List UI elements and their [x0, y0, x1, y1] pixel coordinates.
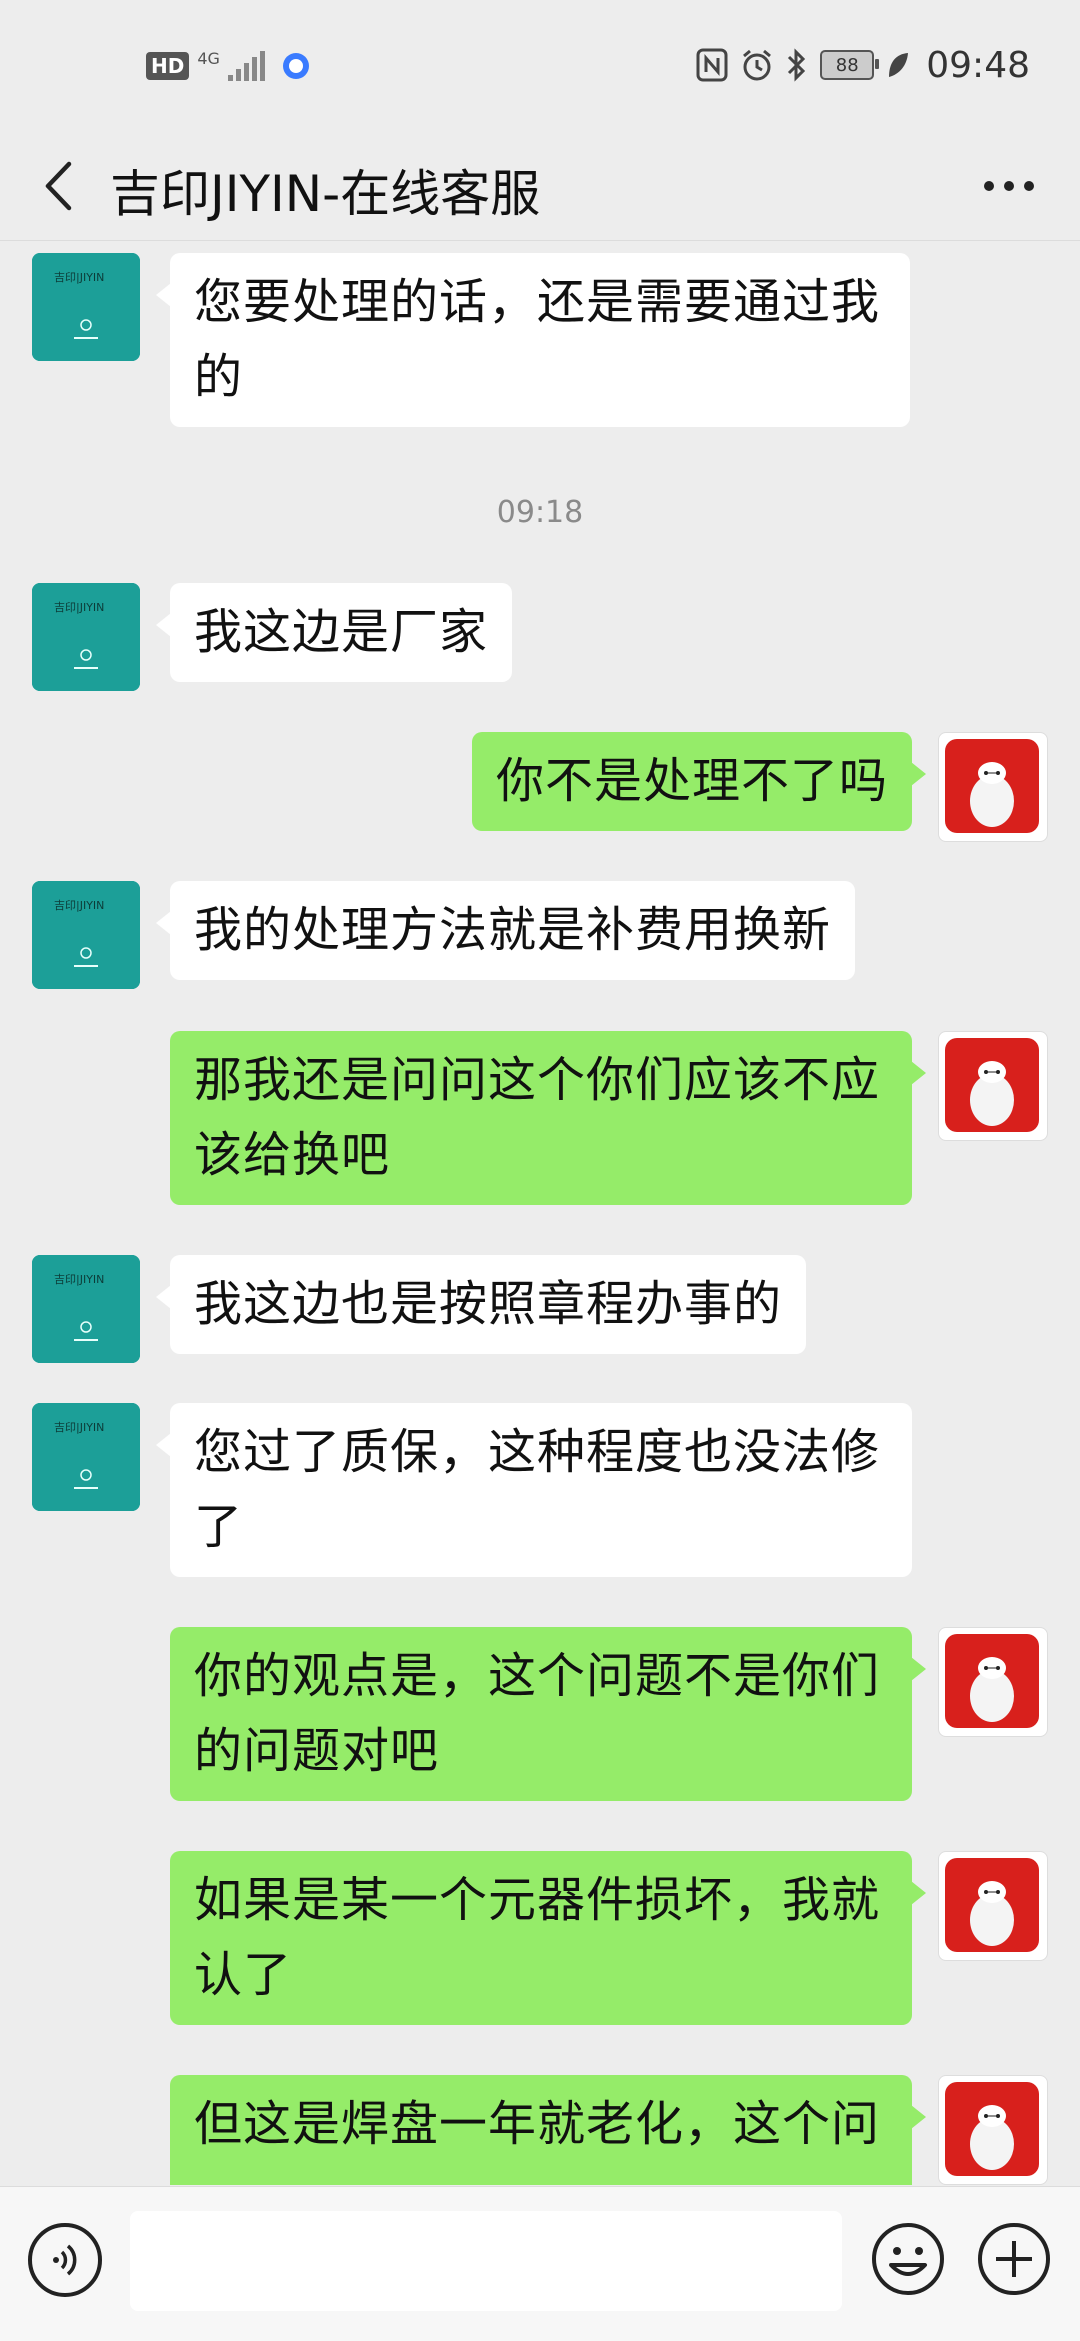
jiyin-logo-icon: 吉印|JIYIN — [32, 1403, 140, 1511]
message-input[interactable] — [130, 2211, 842, 2311]
my-avatar[interactable] — [938, 1851, 1048, 1961]
app-notification-icon — [282, 53, 309, 79]
agent-avatar[interactable]: 吉印|JIYIN — [32, 583, 140, 691]
message-timestamp: 09:18 — [496, 495, 584, 530]
back-button[interactable] — [28, 150, 88, 222]
leaf-icon — [889, 53, 909, 77]
agent-avatar[interactable]: 吉印|JIYIN — [32, 1403, 140, 1511]
input-bar — [0, 2186, 1080, 2341]
chevron-left-icon — [45, 161, 72, 211]
my-avatar[interactable] — [938, 732, 1048, 842]
baymax-avatar-icon — [945, 1634, 1039, 1728]
message-bubble[interactable]: 我这边是厂家 — [155, 583, 513, 682]
message-bubble[interactable]: 我这边也是按照章程办事的 — [155, 1255, 807, 1354]
baymax-avatar-icon — [945, 2082, 1039, 2176]
chat-area[interactable]: 吉印|JIYIN 您要处理的话，还是需要通过我的 09:18 吉印|JIYIN … — [0, 241, 1080, 2185]
more-dots-icon — [984, 181, 1034, 191]
baymax-avatar-icon — [945, 739, 1039, 833]
chat-header: 吉印JIYIN-在线客服 — [0, 132, 1080, 241]
chat-title: 吉印JIYIN-在线客服 — [110, 165, 541, 223]
my-avatar[interactable] — [938, 1627, 1048, 1737]
svg-text:吉印|JIYIN: 吉印|JIYIN — [54, 1273, 104, 1286]
signal-icon — [227, 51, 265, 81]
more-button[interactable] — [974, 156, 1044, 216]
my-avatar[interactable] — [938, 2075, 1048, 2185]
svg-text:吉印|JIYIN: 吉印|JIYIN — [54, 271, 104, 284]
status-bar: HD 4G 88 09:48 — [0, 0, 1080, 132]
message-bubble[interactable]: 但这是焊盘一年就老化，这个问 — [170, 2075, 926, 2185]
baymax-avatar-icon — [945, 1038, 1039, 1132]
voice-icon — [53, 2244, 77, 2276]
jiyin-logo-icon: 吉印|JIYIN — [32, 881, 140, 989]
message-bubble[interactable]: 你不是处理不了吗 — [471, 732, 927, 831]
hd-badge: HD — [146, 52, 190, 80]
svg-text:吉印|JIYIN: 吉印|JIYIN — [54, 1421, 104, 1434]
status-right: 88 09:48 — [696, 40, 1030, 90]
baymax-avatar-icon — [945, 1858, 1039, 1952]
message-bubble[interactable]: 如果是某一个元器件损坏，我就认了 — [170, 1851, 926, 2025]
battery-icon: 88 — [820, 50, 880, 80]
svg-text:吉印|JIYIN: 吉印|JIYIN — [54, 899, 104, 912]
emoji-icon[interactable] — [870, 2221, 946, 2297]
svg-text:吉印|JIYIN: 吉印|JIYIN — [54, 601, 104, 614]
voice-button[interactable] — [28, 2223, 102, 2297]
message-bubble[interactable]: 我的处理方法就是补费用换新 — [155, 881, 856, 980]
jiyin-logo-icon: 吉印|JIYIN — [32, 583, 140, 691]
message-bubble[interactable]: 那我还是问问这个你们应该不应该给换吧 — [170, 1031, 926, 1205]
message-bubble[interactable]: 您过了质保，这种程度也没法修了 — [156, 1403, 912, 1577]
agent-avatar[interactable]: 吉印|JIYIN — [32, 1255, 140, 1363]
network-type: 4G — [197, 48, 220, 68]
battery-level: 88 — [835, 54, 859, 76]
message-bubble[interactable]: 您要处理的话，还是需要通过我的 — [156, 253, 910, 427]
jiyin-logo-icon: 吉印|JIYIN — [32, 1255, 140, 1363]
bluetooth-icon — [788, 48, 806, 82]
alarm-icon — [743, 49, 772, 81]
nfc-icon — [696, 48, 728, 82]
my-avatar[interactable] — [938, 1031, 1048, 1141]
status-left: HD 4G — [146, 46, 311, 86]
message-bubble[interactable]: 你的观点是，这个问题不是你们的问题对吧 — [170, 1627, 926, 1801]
jiyin-logo-icon: 吉印|JIYIN — [32, 253, 140, 361]
agent-avatar[interactable]: 吉印|JIYIN — [32, 253, 140, 361]
agent-avatar[interactable]: 吉印|JIYIN — [32, 881, 140, 989]
status-time: 09:48 — [926, 44, 1030, 86]
plus-icon[interactable] — [976, 2221, 1052, 2297]
